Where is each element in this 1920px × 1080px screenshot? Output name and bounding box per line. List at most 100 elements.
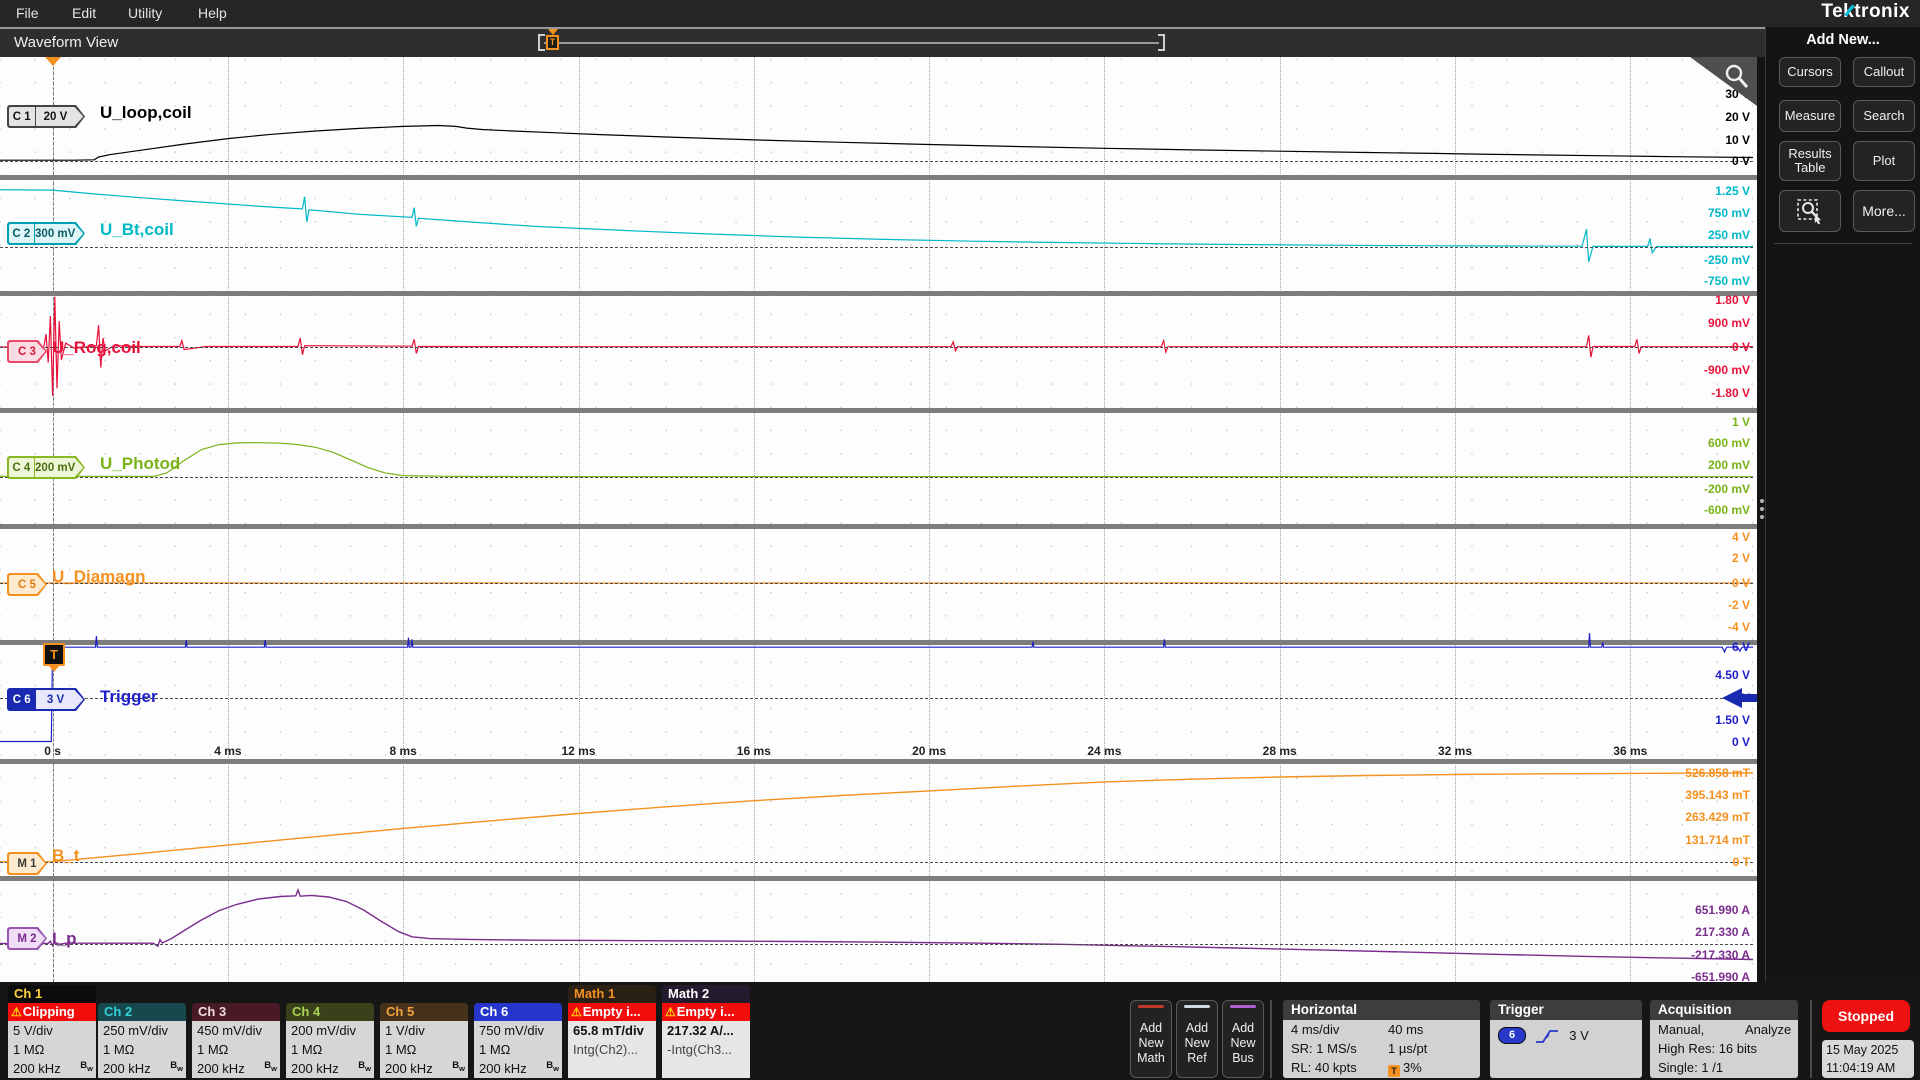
scale-label: 263.429 mT bbox=[1630, 810, 1750, 824]
scale-label: 0 V bbox=[1630, 154, 1750, 168]
zero-reference-line bbox=[0, 247, 1753, 248]
right-panel: Add New... Cursors Callout Measure Search Re… bbox=[1765, 27, 1920, 982]
channel-name-label: U_Bt,coil bbox=[100, 220, 174, 240]
button-stripe bbox=[1184, 1005, 1210, 1008]
card-row: 200 kHzBw bbox=[8, 1059, 96, 1078]
menu-utility[interactable]: Utility bbox=[128, 0, 162, 27]
warning-icon: ⚠ bbox=[571, 1005, 582, 1019]
trace-m2 bbox=[0, 890, 1753, 960]
menu-file[interactable]: File bbox=[16, 0, 39, 27]
warning-icon: ⚠ bbox=[665, 1005, 676, 1019]
scale-label: 0 V bbox=[1630, 576, 1750, 590]
add-new-ref-button[interactable]: AddNewRef bbox=[1176, 1000, 1218, 1078]
rising-edge-icon bbox=[1534, 1027, 1560, 1045]
bandwidth-icon: Bw bbox=[452, 1061, 465, 1074]
callout-button[interactable]: Callout bbox=[1853, 57, 1915, 87]
trace-c2 bbox=[0, 190, 1753, 262]
scale-label: 30 V bbox=[1630, 87, 1750, 101]
menu-help[interactable]: Help bbox=[198, 0, 227, 27]
zoom-mode-button[interactable] bbox=[1779, 190, 1841, 232]
add-new-bus-button[interactable]: AddNewBus bbox=[1222, 1000, 1264, 1078]
scale-label: -217.330 A bbox=[1630, 948, 1750, 962]
acq-resolution: High Res: 16 bits bbox=[1658, 1041, 1757, 1056]
channel-badge-m2[interactable]: M 2 bbox=[7, 927, 47, 950]
acquisition-panel[interactable]: Acquisition Manual,Analyze High Res: 16 … bbox=[1650, 1000, 1798, 1078]
channel-badge-c1[interactable]: C 120 V bbox=[7, 105, 85, 128]
more-button[interactable]: More... bbox=[1853, 190, 1915, 232]
plot-button[interactable]: Plot bbox=[1853, 141, 1915, 181]
card-row: 1 MΩ bbox=[474, 1040, 562, 1059]
trigger-top-marker-icon[interactable] bbox=[45, 57, 61, 66]
card-title: Ch 4 bbox=[286, 1003, 374, 1021]
card-title: Ch 2 bbox=[98, 1003, 186, 1021]
cursors-button[interactable]: Cursors bbox=[1779, 57, 1841, 87]
scale-label: 4.50 V bbox=[1630, 668, 1750, 682]
card-title: Ch 5 bbox=[380, 1003, 468, 1021]
card-row bbox=[662, 1059, 750, 1078]
card-row: 200 kHzBw bbox=[474, 1059, 562, 1078]
waveform-view-tab[interactable]: Waveform View T bbox=[0, 27, 1765, 57]
scale-label: 6 V bbox=[1630, 640, 1750, 654]
scale-label: 395.143 mT bbox=[1630, 788, 1750, 802]
scale-label: 1 V bbox=[1630, 415, 1750, 429]
waveform-traces bbox=[0, 57, 1757, 982]
card-row: 1 MΩ bbox=[98, 1040, 186, 1059]
zero-reference-line bbox=[0, 862, 1753, 863]
card-row: 1 MΩ bbox=[8, 1040, 96, 1059]
channel-badge-c4[interactable]: C 4200 mV bbox=[7, 456, 85, 479]
trigger-t-icon: T bbox=[546, 35, 559, 50]
scale-label: 750 mV bbox=[1630, 206, 1750, 220]
card-row: 200 kHzBw bbox=[286, 1059, 374, 1078]
bottom-separator bbox=[1270, 1000, 1272, 1078]
time-axis-label: 24 ms bbox=[1069, 744, 1139, 758]
zero-reference-line bbox=[0, 583, 1753, 584]
trace-c6 bbox=[0, 633, 1753, 742]
trace-c1 bbox=[0, 126, 1753, 161]
bottom-bar: Ch 1⚠Clipping5 V/div1 MΩ200 kHzBwCh 2250… bbox=[0, 982, 1920, 1080]
horizontal-scale: 4 ms/div bbox=[1291, 1022, 1339, 1037]
sample-rate: SR: 1 MS/s bbox=[1291, 1041, 1357, 1056]
card-row: 65.8 mT/div bbox=[568, 1021, 656, 1040]
minimap-left-bracket[interactable] bbox=[538, 34, 545, 51]
record-length: RL: 40 kpts bbox=[1291, 1060, 1357, 1075]
scale-label: 4 V bbox=[1630, 530, 1750, 544]
scale-label: 2 V bbox=[1630, 551, 1750, 565]
channel-badge-c2[interactable]: C 2300 mV bbox=[7, 222, 85, 245]
run-stop-status-button[interactable]: Stopped bbox=[1822, 1000, 1910, 1032]
minimap-trigger-flag-icon[interactable]: T bbox=[546, 29, 560, 54]
trigger-level-arrow-icon[interactable] bbox=[1718, 686, 1757, 710]
search-button[interactable]: Search bbox=[1853, 100, 1915, 132]
channel-badge-m1[interactable]: M 1 bbox=[7, 852, 47, 875]
horizontal-span: 40 ms bbox=[1388, 1020, 1423, 1039]
card-row: 200 mV/div bbox=[286, 1021, 374, 1040]
card-warning: ⚠Empty i... bbox=[662, 1003, 750, 1021]
scale-label: 20 V bbox=[1630, 110, 1750, 124]
time-axis-label: 4 ms bbox=[193, 744, 263, 758]
channel-name-label: U_loop,coil bbox=[100, 103, 192, 123]
results-table-button[interactable]: Results Table bbox=[1779, 141, 1841, 181]
horizontal-panel[interactable]: Horizontal 4 ms/div40 ms SR: 1 MS/s1 µs/… bbox=[1283, 1000, 1480, 1078]
plot-area[interactable]: 30 V20 V10 V0 VU_loop,coilC 120 V1.25 V7… bbox=[0, 57, 1757, 982]
menu-edit[interactable]: Edit bbox=[72, 0, 96, 27]
add-new-header: Add New... bbox=[1766, 32, 1920, 48]
scale-label: -1.80 V bbox=[1630, 386, 1750, 400]
scale-label: 1.25 V bbox=[1630, 184, 1750, 198]
scale-label: 1.50 V bbox=[1630, 713, 1750, 727]
channel-badge-c5[interactable]: C 5 bbox=[7, 573, 47, 596]
channel-badge-c6[interactable]: C 63 V bbox=[7, 688, 85, 711]
scale-label: 250 mV bbox=[1630, 228, 1750, 242]
time-axis-label: 20 ms bbox=[894, 744, 964, 758]
scale-label: -4 V bbox=[1630, 620, 1750, 634]
record-minimap[interactable]: T bbox=[538, 32, 1165, 54]
card-row: 1 MΩ bbox=[192, 1040, 280, 1059]
trigger-panel[interactable]: Trigger 6 3 V bbox=[1490, 1000, 1642, 1078]
channel-badge-c3[interactable]: C 3 bbox=[7, 340, 47, 363]
panel-divider bbox=[1774, 243, 1912, 244]
minimap-right-bracket[interactable] bbox=[1158, 34, 1165, 51]
trigger-title: Trigger bbox=[1490, 1000, 1642, 1020]
measure-button[interactable]: Measure bbox=[1779, 100, 1841, 132]
acq-analyze: Analyze bbox=[1745, 1020, 1791, 1039]
add-new-math-button[interactable]: AddNewMath bbox=[1130, 1000, 1172, 1078]
zero-reference-line bbox=[0, 347, 1753, 348]
trigger-t-badge-icon[interactable]: T bbox=[43, 643, 65, 666]
